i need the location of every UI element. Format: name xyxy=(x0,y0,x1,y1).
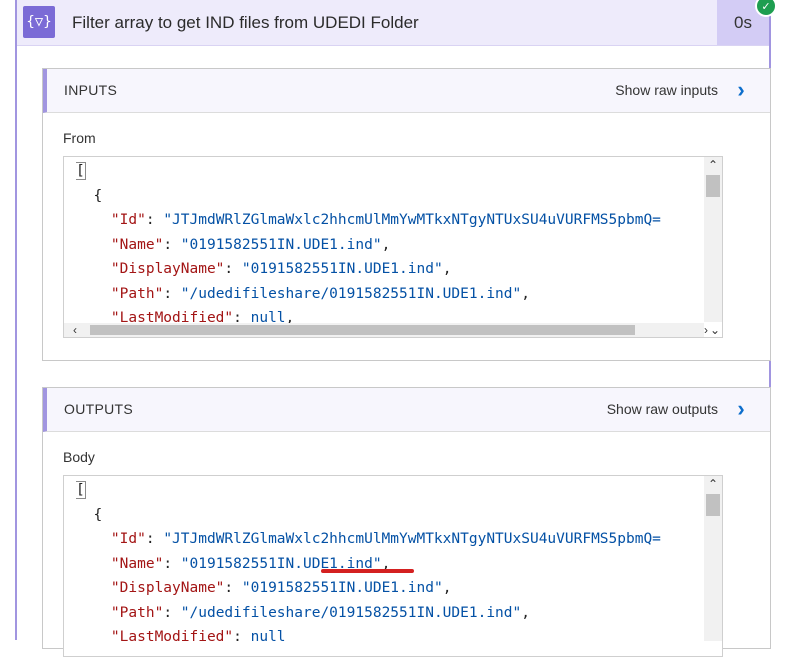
from-label: From xyxy=(63,130,96,146)
code-line: [ xyxy=(76,162,86,180)
code-line: { xyxy=(76,506,103,523)
code-line: "Path": "/udedifileshare/0191582551IN.UD… xyxy=(110,604,530,621)
outputs-section-bar: OUTPUTS Show raw outputs › xyxy=(43,388,770,432)
inputs-section-title: INPUTS xyxy=(64,82,118,98)
show-raw-inputs-link[interactable]: Show raw inputs xyxy=(615,82,718,98)
code-line: "DisplayName": "0191582551IN.UDE1.ind", xyxy=(110,261,452,277)
chevron-right-icon[interactable]: › xyxy=(730,396,752,421)
chevron-up-icon[interactable]: ⌃ xyxy=(704,476,722,492)
chevron-left-icon[interactable]: ‹ xyxy=(68,323,82,337)
body-code-content: [ { "Id": "JTJmdWRlZGlmaWxlc2hhcmUlMmYwM… xyxy=(76,478,706,654)
chevron-right-icon[interactable]: › xyxy=(730,77,752,102)
code-line: "Name": "0191582551IN.UDE1.ind", xyxy=(110,236,391,253)
code-line: { xyxy=(76,187,103,204)
chevron-down-icon[interactable]: ⌄ xyxy=(710,323,720,337)
filter-icon: {▽} xyxy=(23,6,55,38)
code-line: [ xyxy=(76,481,86,499)
scrollbar-thumb[interactable] xyxy=(90,325,635,335)
action-header[interactable]: {▽} Filter array to get IND files from U… xyxy=(17,0,769,46)
horizontal-scrollbar[interactable]: ‹ xyxy=(64,323,704,337)
body-code-viewer[interactable]: [ { "Id": "JTJmdWRlZGlmaWxlc2hhcmUlMmYwM… xyxy=(63,475,723,657)
code-line: "Id": "JTJmdWRlZGlmaWxlc2hhcmUlMmYwMTkxN… xyxy=(110,212,661,228)
outputs-section-title: OUTPUTS xyxy=(64,401,133,417)
scroll-corner-arrows[interactable]: › ⌄ xyxy=(690,323,722,337)
code-line: "LastModified": null xyxy=(110,629,286,645)
chevron-up-icon[interactable]: ⌃ xyxy=(704,157,722,173)
inputs-section: INPUTS Show raw inputs › From [ { "Id": … xyxy=(42,68,771,361)
check-icon: ✓ xyxy=(755,0,777,17)
vertical-scrollbar[interactable]: ⌃ xyxy=(704,476,722,641)
red-underline-annotation xyxy=(321,569,414,573)
scrollbar-thumb[interactable] xyxy=(706,494,720,516)
show-raw-outputs-link[interactable]: Show raw outputs xyxy=(607,401,718,417)
from-code-content: [ { "Id": "JTJmdWRlZGlmaWxlc2hhcmUlMmYwM… xyxy=(76,159,706,335)
body-label: Body xyxy=(63,449,95,465)
chevron-right-icon[interactable]: › xyxy=(704,323,708,337)
code-line: "Id": "JTJmdWRlZGlmaWxlc2hhcmUlMmYwMTkxN… xyxy=(110,531,661,547)
action-title: Filter array to get IND files from UDEDI… xyxy=(72,13,419,32)
from-code-viewer[interactable]: [ { "Id": "JTJmdWRlZGlmaWxlc2hhcmUlMmYwM… xyxy=(63,156,723,338)
scrollbar-thumb[interactable] xyxy=(706,175,720,197)
code-line: "DisplayName": "0191582551IN.UDE1.ind", xyxy=(110,580,452,596)
outputs-section: OUTPUTS Show raw outputs › Body [ { "Id"… xyxy=(42,387,771,657)
code-line: "Path": "/udedifileshare/0191582551IN.UD… xyxy=(110,285,530,302)
vertical-scrollbar[interactable]: ⌃ xyxy=(704,157,722,322)
inputs-section-bar: INPUTS Show raw inputs › xyxy=(43,69,770,113)
